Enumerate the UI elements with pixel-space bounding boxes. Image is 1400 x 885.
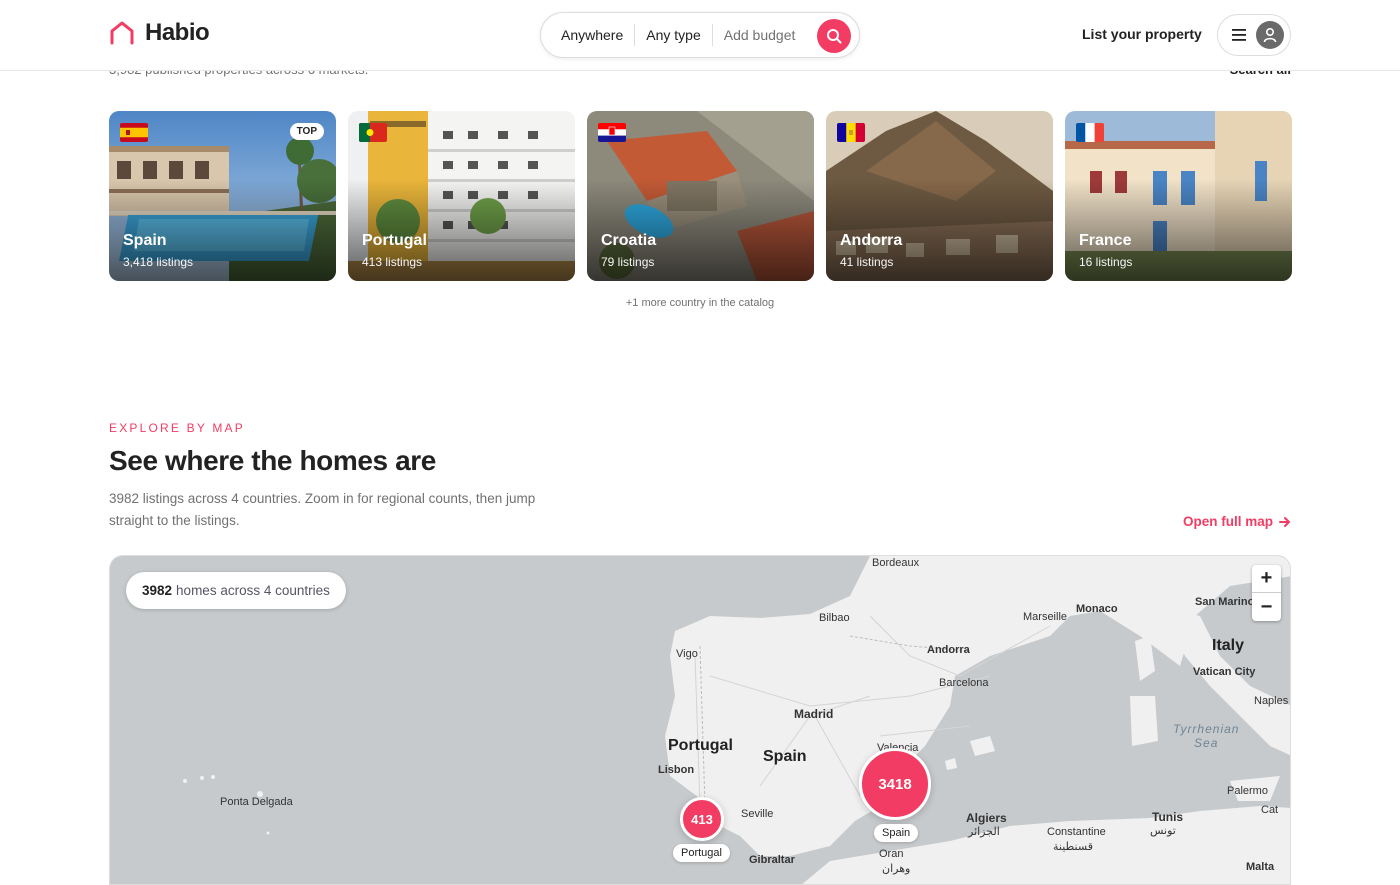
map-city-label: Vigo [676, 648, 698, 660]
map-cluster-portugal[interactable]: 413 [680, 797, 724, 841]
map-country-label: Italy [1212, 637, 1245, 654]
map-city-label: Constantine [1047, 826, 1106, 838]
search-bar[interactable]: Anywhere Any type Add budget [540, 12, 860, 58]
budget-filter[interactable]: Add budget [724, 24, 807, 46]
map-cluster-spain[interactable]: 3418 [859, 748, 931, 820]
map-city-label: Lisbon [658, 764, 695, 776]
user-icon [1263, 27, 1277, 43]
map-city-label: Tunis [1152, 810, 1184, 824]
user-menu-button[interactable] [1217, 14, 1291, 56]
country-name: Croatia [601, 232, 657, 249]
section-eyebrow: EXPLORE BY MAP [109, 421, 245, 435]
map-city-label: Bilbao [819, 612, 850, 624]
more-countries-note: +1 more country in the catalog [625, 297, 775, 309]
map-zoom-controls: + − [1252, 565, 1281, 621]
map-summary-chip: 3982 homes across 4 countries [126, 572, 346, 609]
croatia-flag-icon [598, 123, 626, 142]
avatar [1256, 21, 1284, 49]
listings-map[interactable]: Bordeaux Bilbao Marseille Monaco San Mar… [109, 555, 1291, 885]
listing-count: 16 listings [1079, 255, 1133, 269]
section-description: 3982 listings across 4 countries. Zoom i… [109, 491, 536, 528]
map-city-label: San Marino [1195, 596, 1255, 608]
map-city-label: وهران [882, 863, 911, 875]
france-flag-icon [1076, 123, 1104, 142]
listing-count: 41 listings [840, 255, 894, 269]
country-card-portugal[interactable]: Portugal 413 listings [348, 111, 575, 281]
map-city-label: Oran [879, 848, 904, 860]
map-city-label: Madrid [794, 707, 834, 721]
hamburger-icon [1232, 29, 1246, 41]
country-card-andorra[interactable]: Andorra 41 listings [826, 111, 1053, 281]
map-summary-text: homes across 4 countries [176, 583, 330, 598]
country-name: Spain [123, 232, 167, 249]
brand-logo[interactable]: Habio [109, 19, 210, 47]
listing-count: 79 listings [601, 255, 655, 269]
sea-label-line: Sea [1194, 736, 1219, 750]
country-name: France [1079, 232, 1132, 249]
map-city-label: Bordeaux [872, 557, 920, 569]
map-city-label: Malta [1246, 861, 1275, 873]
map-city-label: قسنطينة [1053, 841, 1093, 853]
spain-flag-icon [120, 123, 148, 142]
country-cards: TOP Spain 3,418 listings Portugal 413 li… [109, 111, 1292, 281]
country-name: Andorra [840, 232, 903, 249]
map-city-label: Monaco [1076, 603, 1118, 615]
country-card-spain[interactable]: TOP Spain 3,418 listings [109, 111, 336, 281]
map-city-label: Barcelona [939, 677, 989, 689]
map-total-count: 3982 [142, 583, 173, 598]
map-city-label: Algiers [966, 811, 1007, 825]
top-badge: TOP [289, 123, 324, 140]
listing-count: 413 listings [362, 255, 423, 269]
property-type-filter[interactable]: Any type [646, 24, 713, 46]
arrow-right-icon [1279, 516, 1290, 527]
list-property-link[interactable]: List your property [1082, 26, 1202, 42]
brand-name: Habio [145, 19, 210, 46]
zoom-out-button[interactable]: − [1252, 593, 1281, 621]
map-city-label: Cat [1261, 804, 1279, 816]
portugal-flag-icon [359, 123, 387, 142]
map-city-label: Gibraltar [749, 854, 795, 866]
andorra-flag-icon [837, 123, 865, 142]
map-city-label: Vatican City [1193, 666, 1256, 678]
open-full-map-label: Open full map [1182, 514, 1273, 529]
top-navbar: Habio Anywhere Any type Add budget List … [0, 0, 1400, 71]
sea-label-line: Tyrrhenian [1173, 722, 1240, 736]
map-sea-label: Tyrrhenian Sea [1173, 722, 1239, 750]
map-country-label: Portugal [668, 737, 733, 754]
country-card-france[interactable]: France 16 listings [1065, 111, 1292, 281]
country-card-croatia[interactable]: Croatia 79 listings [587, 111, 814, 281]
map-city-label: الجزائر [968, 826, 1000, 838]
listing-count: 3,418 listings [123, 255, 194, 269]
location-filter[interactable]: Anywhere [561, 24, 636, 46]
map-city-label: Palermo [1227, 785, 1268, 797]
zoom-in-button[interactable]: + [1252, 565, 1281, 593]
map-city-label: Seville [741, 808, 774, 820]
map-cluster-label: Spain [874, 824, 919, 842]
map-city-label: Marseille [1023, 611, 1068, 623]
map-city-label: Andorra [927, 644, 970, 656]
map-city-label: تونس [1150, 825, 1176, 837]
map-city-label: Ponta Delgada [220, 796, 293, 808]
open-full-map-link[interactable]: Open full map [1183, 514, 1291, 529]
search-button[interactable] [817, 19, 851, 53]
house-icon [110, 21, 134, 45]
search-icon [827, 29, 842, 44]
map-city-label: Naples [1254, 695, 1289, 707]
map-country-label: Spain [763, 748, 807, 765]
country-name: Portugal [362, 232, 427, 249]
section-title: See where the homes are [109, 445, 436, 476]
map-cluster-label: Portugal [673, 844, 730, 862]
